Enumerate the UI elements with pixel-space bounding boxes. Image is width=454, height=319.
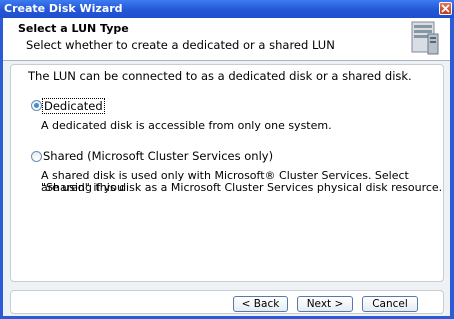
wizard-header: Select a LUN Type Select whether to crea… [3,18,450,60]
page-title: Select a LUN Type [18,22,129,35]
intro-text: The LUN can be connected to as a dedicat… [28,69,412,83]
disk-wizard-icon [411,21,439,55]
page-subtitle: Select whether to create a dedicated or … [26,38,335,52]
shared-description-line-2: are using this disk as a Microsoft Clust… [41,181,443,194]
window-title: Create Disk Wizard [4,2,123,15]
next-button[interactable]: Next > [297,296,353,312]
dedicated-radio[interactable] [31,100,42,111]
cancel-button[interactable]: Cancel [362,296,418,312]
close-button[interactable] [439,2,452,15]
shared-radio[interactable] [31,151,42,162]
dedicated-radio-label[interactable]: Dedicated [42,98,105,114]
title-bar[interactable]: Create Disk Wizard [0,0,454,18]
shared-radio-label[interactable]: Shared (Microsoft Cluster Services only) [43,149,273,163]
back-button[interactable]: < Back [233,296,288,312]
dedicated-description: A dedicated disk is accessible from only… [41,119,332,132]
header-separator [3,60,450,61]
close-icon [441,4,450,13]
